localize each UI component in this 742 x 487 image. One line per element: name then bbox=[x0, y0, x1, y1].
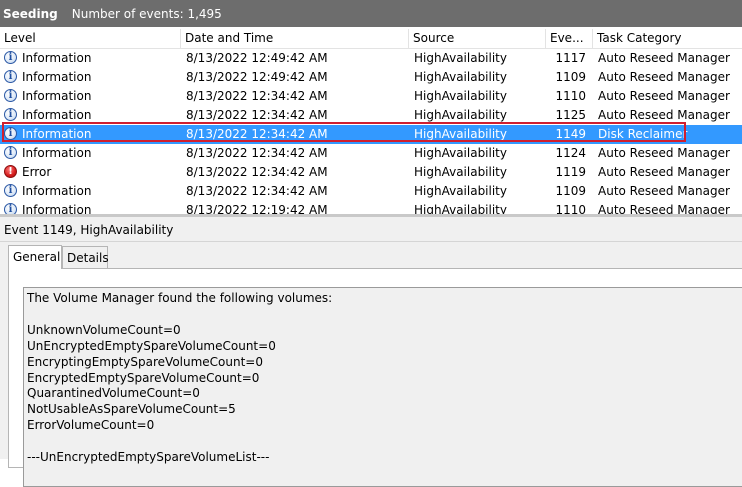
cell-task-category: Auto Reseed Manager bbox=[598, 108, 730, 122]
event-details-pane: Event 1149, HighAvailability General Det… bbox=[0, 217, 742, 487]
information-icon: i bbox=[4, 108, 17, 121]
cell-level: Information bbox=[22, 184, 92, 198]
cell-event-id: 1117 bbox=[555, 51, 586, 65]
event-details-title: Event 1149, HighAvailability bbox=[4, 223, 174, 237]
table-row[interactable]: i Information 8/13/2022 12:34:42 AM HighAva… bbox=[0, 87, 742, 106]
cell-task-category: Auto Reseed Manager bbox=[598, 165, 730, 179]
column-header-row: Level Date and Time Source Eve... Task C… bbox=[0, 29, 742, 49]
event-description-text: The Volume Manager found the following v… bbox=[27, 291, 333, 465]
log-name: Seeding bbox=[3, 6, 58, 21]
event-count: Number of events: 1,495 bbox=[71, 6, 222, 21]
column-header-level[interactable]: Level bbox=[0, 29, 181, 48]
column-header-date-time[interactable]: Date and Time bbox=[181, 29, 409, 48]
cell-level: Information bbox=[22, 203, 92, 214]
cell-source: HighAvailability bbox=[414, 89, 507, 103]
cell-level: Information bbox=[22, 108, 92, 122]
log-title-bar: Seeding Number of events: 1,495 bbox=[0, 0, 742, 27]
cell-source: HighAvailability bbox=[414, 203, 507, 214]
cell-source: HighAvailability bbox=[414, 70, 507, 84]
cell-task-category: Auto Reseed Manager bbox=[598, 70, 730, 84]
cell-date-time: 8/13/2022 12:34:42 AM bbox=[186, 89, 328, 103]
cell-task-category: Auto Reseed Manager bbox=[598, 146, 730, 160]
error-icon: ! bbox=[4, 165, 17, 178]
cell-date-time: 8/13/2022 12:34:42 AM bbox=[186, 127, 328, 141]
information-icon: i bbox=[4, 203, 17, 214]
cell-event-id: 1125 bbox=[555, 108, 586, 122]
cell-level: Information bbox=[22, 127, 92, 141]
event-description-box[interactable]: The Volume Manager found the following v… bbox=[23, 287, 742, 487]
cell-date-time: 8/13/2022 12:19:42 AM bbox=[186, 203, 328, 214]
cell-task-category: Auto Reseed Manager bbox=[598, 51, 730, 65]
event-rows: i Information 8/13/2022 12:49:42 AM HighAva… bbox=[0, 49, 742, 214]
cell-level: Information bbox=[22, 51, 92, 65]
table-row[interactable]: i Information 8/13/2022 12:34:42 AM HighAva… bbox=[0, 182, 742, 201]
column-header-source[interactable]: Source bbox=[409, 29, 546, 48]
tab-general[interactable]: General bbox=[8, 245, 62, 269]
cell-event-id: 1109 bbox=[555, 70, 586, 84]
cell-source: HighAvailability bbox=[414, 146, 507, 160]
tab-details[interactable]: Details bbox=[62, 246, 109, 268]
cell-source: HighAvailability bbox=[414, 108, 507, 122]
general-tab-panel: The Volume Manager found the following v… bbox=[8, 268, 742, 487]
information-icon: i bbox=[4, 146, 17, 159]
information-icon: i bbox=[4, 51, 17, 64]
cell-event-id: 1119 bbox=[555, 165, 586, 179]
table-row[interactable]: ! Error 8/13/2022 12:34:42 AM HighAvailabil… bbox=[0, 163, 742, 182]
cell-source: HighAvailability bbox=[414, 51, 507, 65]
column-header-task-category[interactable]: Task Category bbox=[593, 29, 742, 48]
cell-event-id: 1109 bbox=[555, 184, 586, 198]
cell-date-time: 8/13/2022 12:49:42 AM bbox=[186, 70, 328, 84]
cell-source: HighAvailability bbox=[414, 127, 507, 141]
cell-level: Information bbox=[22, 70, 92, 84]
cell-task-category: Auto Reseed Manager bbox=[598, 89, 730, 103]
column-header-event-id[interactable]: Eve... bbox=[546, 29, 593, 48]
cell-level: Information bbox=[22, 146, 92, 160]
cell-date-time: 8/13/2022 12:34:42 AM bbox=[186, 108, 328, 122]
cell-date-time: 8/13/2022 12:34:42 AM bbox=[186, 165, 328, 179]
information-icon: i bbox=[4, 70, 17, 83]
table-row[interactable]: i Information 8/13/2022 12:34:42 AM HighAva… bbox=[0, 106, 742, 125]
cell-task-category: Auto Reseed Manager bbox=[598, 184, 730, 198]
divider bbox=[0, 241, 742, 242]
cell-date-time: 8/13/2022 12:34:42 AM bbox=[186, 146, 328, 160]
table-row[interactable]: i Information 8/13/2022 12:34:42 AM HighAva… bbox=[0, 125, 742, 144]
cell-task-category: Disk Reclaimer bbox=[598, 127, 688, 141]
information-icon: i bbox=[4, 184, 17, 197]
table-row[interactable]: i Information 8/13/2022 12:34:42 AM HighAva… bbox=[0, 144, 742, 163]
cell-event-id: 1124 bbox=[555, 146, 586, 160]
cell-event-id: 1110 bbox=[555, 203, 586, 214]
cell-source: HighAvailability bbox=[414, 184, 507, 198]
cell-level: Information bbox=[22, 89, 92, 103]
information-icon: i bbox=[4, 127, 17, 140]
cell-event-id: 1110 bbox=[555, 89, 586, 103]
information-icon: i bbox=[4, 89, 17, 102]
cell-source: HighAvailability bbox=[414, 165, 507, 179]
table-row[interactable]: i Information 8/13/2022 12:19:42 AM HighAva… bbox=[0, 201, 742, 214]
event-list[interactable]: Level Date and Time Source Eve... Task C… bbox=[0, 27, 742, 214]
cell-date-time: 8/13/2022 12:49:42 AM bbox=[186, 51, 328, 65]
cell-event-id: 1149 bbox=[555, 127, 586, 141]
cell-date-time: 8/13/2022 12:34:42 AM bbox=[186, 184, 328, 198]
cell-task-category: Auto Reseed Manager bbox=[598, 203, 730, 214]
table-row[interactable]: i Information 8/13/2022 12:49:42 AM HighAva… bbox=[0, 49, 742, 68]
cell-level: Error bbox=[22, 165, 52, 179]
table-row[interactable]: i Information 8/13/2022 12:49:42 AM HighAva… bbox=[0, 68, 742, 87]
